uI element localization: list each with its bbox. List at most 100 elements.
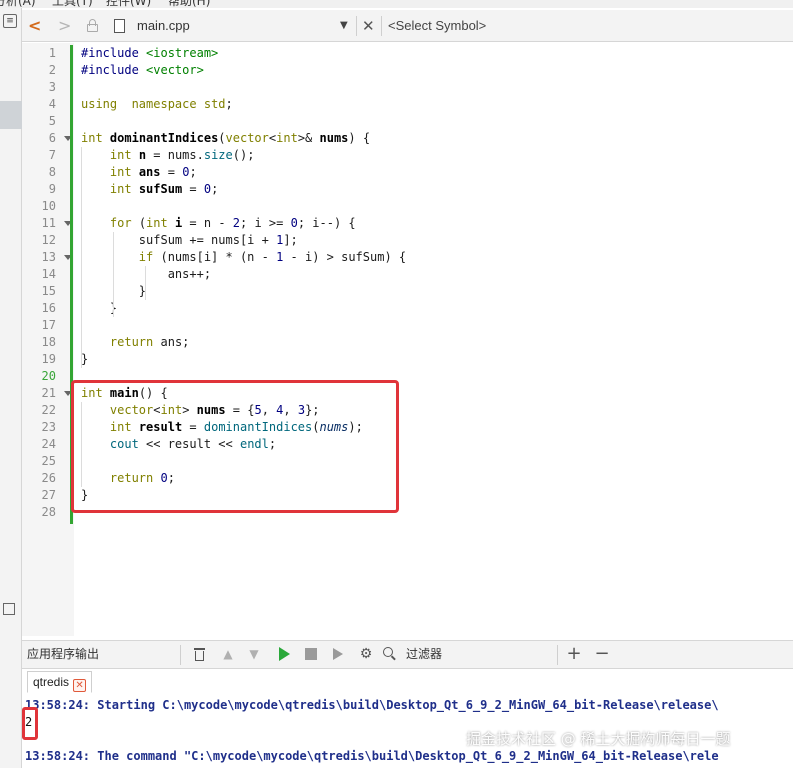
line-number: 12 [41, 233, 56, 247]
line-number: 7 [48, 148, 56, 162]
code-line: #include <vector> [81, 62, 204, 79]
left-side-strip: ≡ [0, 8, 22, 636]
code-token: ; [225, 97, 233, 111]
highlight-box-output [22, 707, 38, 740]
line-number: 6 [48, 131, 56, 145]
line-number: 14 [41, 267, 56, 281]
menu-bar: 分析(A) 工具(T) 控件(W) 帮助(H) [0, 0, 793, 8]
code-token: ) { [348, 131, 371, 145]
code-line: int n = nums.size(); [81, 147, 255, 164]
code-line: int ans = 0; [81, 164, 197, 181]
code-token: #include [81, 63, 147, 77]
toolbar-divider [381, 16, 382, 36]
lock-icon[interactable] [86, 10, 100, 42]
code-token: #include [81, 46, 147, 60]
tab-label: qtredis [33, 675, 70, 689]
header-divider [557, 645, 558, 665]
run-icon[interactable] [276, 646, 292, 662]
back-button[interactable]: < [28, 10, 46, 42]
line-number: 4 [48, 97, 56, 111]
indent-guide [113, 232, 114, 317]
code-line: } [81, 351, 88, 368]
menu-item-analyze[interactable]: 分析(A) [0, 0, 36, 8]
code-token: = [182, 182, 204, 196]
output-panel-title[interactable]: 应用程序输出 [27, 641, 99, 668]
close-icon[interactable]: ✕ [73, 679, 87, 692]
sidebar-selected-item[interactable] [0, 101, 22, 129]
search-icon [382, 646, 398, 662]
chevron-up-icon[interactable]: ▲ [220, 646, 236, 662]
code-token: return [109, 335, 154, 349]
code-token: int [109, 148, 132, 162]
symbol-selector[interactable]: <Select Symbol> [388, 10, 486, 42]
sidebar-panel-icon[interactable]: ≡ [3, 14, 17, 28]
code-token: (nums[i] * (n - [153, 250, 277, 264]
code-token: = n - [182, 216, 233, 230]
code-token: using [81, 97, 118, 111]
output-line: 13:58:24: The command "C:\mycode\mycode\… [25, 749, 719, 763]
output-tab-bar: qtredis ✕ [22, 669, 793, 695]
menu-item-help[interactable]: 帮助(H) [168, 0, 210, 8]
code-line: return ans; [81, 334, 189, 351]
code-token: ; [211, 182, 219, 196]
open-file-name[interactable]: main.cpp [137, 10, 190, 42]
code-token: <iostream> [146, 46, 219, 60]
attach-debugger-icon[interactable] [330, 646, 346, 662]
line-number: 2 [48, 63, 56, 77]
menu-item-tools[interactable]: 工具(T) [52, 0, 93, 8]
panel-toggle-icon[interactable] [3, 603, 15, 615]
zoom-out-icon[interactable]: − [594, 645, 610, 663]
code-editor[interactable]: 1 2 3 4 5 6 7 8 9 10 11 12 13 14 15 16 17 18 19 20 21 22 23 24 2… [22, 43, 793, 636]
code-token: ans [138, 165, 161, 179]
code-line: using namespace std; [81, 96, 233, 113]
header-divider [180, 645, 181, 665]
close-file-button[interactable]: ✕ [362, 10, 375, 42]
line-number: 15 [41, 284, 56, 298]
code-token: for [109, 216, 132, 230]
code-token: n [138, 148, 147, 162]
code-line: for (int i = n - 2; i >= 0; i--) { [81, 215, 356, 232]
code-token: ; i >= [240, 216, 291, 230]
output-line: 13:58:24: Starting C:\mycode\mycode\qtre… [25, 698, 719, 712]
left-side-strip-bottom [0, 603, 22, 768]
code-token: = nums. [146, 148, 204, 162]
code-line: if (nums[i] * (n - 1 - i) > sufSum) { [81, 249, 406, 266]
code-token: ans; [153, 335, 190, 349]
line-number: 8 [48, 165, 56, 179]
tab-qtredis[interactable]: qtredis ✕ [27, 671, 93, 693]
indent-guide [81, 147, 82, 368]
line-number: 23 [41, 420, 56, 434]
trash-icon[interactable] [192, 646, 208, 662]
forward-button[interactable]: > [58, 10, 74, 42]
code-token: int [146, 216, 168, 230]
line-number: 18 [41, 335, 56, 349]
code-line: int dominantIndices(vector<int>& nums) { [81, 130, 370, 147]
line-number: 24 [41, 437, 56, 451]
line-number: 13 [41, 250, 56, 264]
code-token: nums [319, 131, 349, 145]
line-number: 21 [41, 386, 56, 400]
output-panel-header: 应用程序输出 ▲ ▼ ⚙ 过滤器 + − [22, 640, 793, 669]
chevron-down-icon[interactable]: ▼ [246, 646, 262, 662]
zoom-in-icon[interactable]: + [566, 645, 582, 663]
code-line: } [81, 300, 117, 317]
line-number: 17 [41, 318, 56, 332]
filter-input[interactable]: 过滤器 [406, 641, 442, 668]
code-token: ]; [283, 233, 298, 247]
menu-item-controls[interactable]: 控件(W) [106, 0, 151, 8]
line-number: 27 [41, 488, 56, 502]
stop-icon[interactable] [303, 646, 319, 662]
chevron-down-icon[interactable]: ▼ [340, 10, 348, 42]
code-token: = [160, 165, 183, 179]
code-token: namespace [131, 97, 197, 111]
code-token: } [81, 301, 118, 315]
gear-icon[interactable]: ⚙ [358, 646, 374, 662]
